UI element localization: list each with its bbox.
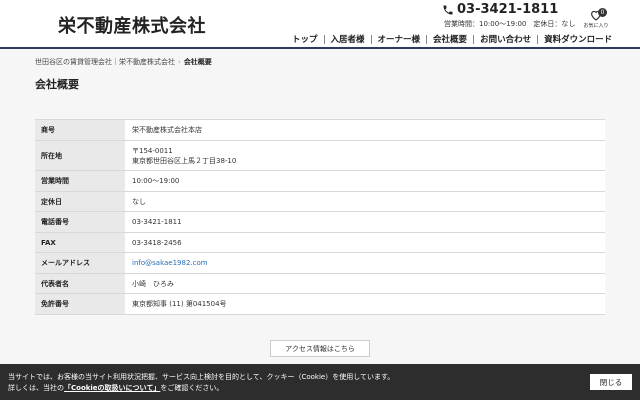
row-label-holiday: 定休日: [35, 191, 125, 212]
phone-contact[interactable]: 03-3421-1811: [442, 2, 558, 17]
cookie-prefix: 詳しくは、当社の: [8, 384, 64, 392]
postal-code: 〒154-0011: [132, 146, 173, 155]
email-link[interactable]: info@sakae1982.com: [132, 259, 208, 267]
nav-company[interactable]: 会社概要: [427, 33, 473, 45]
street-address: 東京都世田谷区上馬２丁目38-10: [132, 156, 237, 165]
nav-download[interactable]: 資料ダウンロード: [538, 33, 618, 45]
cookie-close-button[interactable]: 閉じる: [590, 374, 632, 390]
cookie-suffix: をご確認ください。: [160, 384, 224, 392]
breadcrumb-current: 会社概要: [183, 58, 212, 66]
table-row: 免許番号 東京都知事 (11) 第041504号: [35, 293, 605, 315]
phone-icon: [443, 5, 453, 14]
table-row: メールアドレス info@sakae1982.com: [35, 252, 605, 274]
row-value-license: 東京都知事 (11) 第041504号: [125, 293, 605, 315]
table-row: FAX 03-3418-2456: [35, 232, 605, 253]
row-value-hours: 10:00〜19:00: [125, 170, 605, 192]
favorites-label: お気に入り: [583, 23, 609, 29]
nav-tenants[interactable]: 入居者様: [325, 33, 371, 45]
site-logo[interactable]: 栄不動産株式会社: [58, 12, 206, 38]
cookie-banner: 当サイトでは、お客様の当サイト利用状況把握、サービス向上検討を目的として、クッキ…: [0, 364, 640, 400]
site-header: 栄不動産株式会社 03-3421-1811 営業時間：10:00〜19:00 定…: [0, 0, 640, 49]
breadcrumb-home-link[interactable]: 世田谷区の賃貸管理会社｜栄不動産株式会社: [35, 57, 175, 67]
row-label-phone: 電話番号: [35, 211, 125, 233]
table-row: 定休日 なし: [35, 191, 605, 212]
cookie-message: 当サイトでは、お客様の当サイト利用状況把握、サービス向上検討を目的として、クッキ…: [8, 372, 394, 394]
favorites-count-badge: 0: [598, 8, 607, 17]
cookie-message-line1: 当サイトでは、お客様の当サイト利用状況把握、サービス向上検討を目的として、クッキ…: [8, 373, 395, 381]
row-label-fax: FAX: [35, 232, 125, 253]
cookie-policy-link[interactable]: 「Cookieの取扱いについて」: [64, 384, 160, 392]
row-value-email: info@sakae1982.com: [125, 252, 605, 274]
business-hours: 営業時間：10:00〜19:00 定休日：なし: [444, 20, 576, 28]
nav-contact[interactable]: お問い合わせ: [474, 33, 537, 45]
table-row: 商号 栄不動産株式会社本店: [35, 119, 605, 141]
row-label-representative: 代表者名: [35, 273, 125, 294]
row-label-hours: 営業時間: [35, 170, 125, 192]
nav-owners[interactable]: オーナー様: [372, 33, 427, 45]
row-label-trade-name: 商号: [35, 119, 125, 141]
cookie-message-line2: 詳しくは、当社の「Cookieの取扱いについて」をご確認ください。: [8, 383, 394, 394]
row-value-holiday: なし: [125, 191, 605, 212]
main-nav: トップ 入居者様 オーナー様 会社概要 お問い合わせ 資料ダウンロード: [286, 33, 618, 45]
phone-number: 03-3421-1811: [457, 2, 559, 17]
nav-top[interactable]: トップ: [286, 33, 324, 45]
row-label-license: 免許番号: [35, 293, 125, 315]
breadcrumb: 世田谷区の賃貸管理会社｜栄不動産株式会社 › 会社概要: [35, 57, 212, 67]
row-value-representative: 小崎 ひろみ: [125, 273, 605, 294]
page-title: 会社概要: [35, 78, 79, 91]
table-row: 所在地 〒154-0011 東京都世田谷区上馬２丁目38-10: [35, 140, 605, 171]
row-value-address: 〒154-0011 東京都世田谷区上馬２丁目38-10: [125, 140, 605, 171]
main-content: 世田谷区の賃貸管理会社｜栄不動産株式会社 › 会社概要 会社概要 商号 栄不動産…: [0, 49, 640, 400]
breadcrumb-separator: ›: [178, 58, 181, 66]
company-info-table: 商号 栄不動産株式会社本店 所在地 〒154-0011 東京都世田谷区上馬２丁目…: [35, 119, 605, 315]
row-value-trade-name: 栄不動産株式会社本店: [125, 119, 605, 141]
access-info-button[interactable]: アクセス情報はこちら: [270, 340, 370, 357]
favorites-button[interactable]: 0 お気に入り: [583, 8, 609, 29]
table-row: 電話番号 03-3421-1811: [35, 211, 605, 233]
table-row: 営業時間 10:00〜19:00: [35, 170, 605, 192]
row-label-address: 所在地: [35, 140, 125, 171]
row-value-fax: 03-3418-2456: [125, 232, 605, 253]
row-label-email: メールアドレス: [35, 252, 125, 274]
row-value-phone: 03-3421-1811: [125, 211, 605, 233]
table-row: 代表者名 小崎 ひろみ: [35, 273, 605, 294]
